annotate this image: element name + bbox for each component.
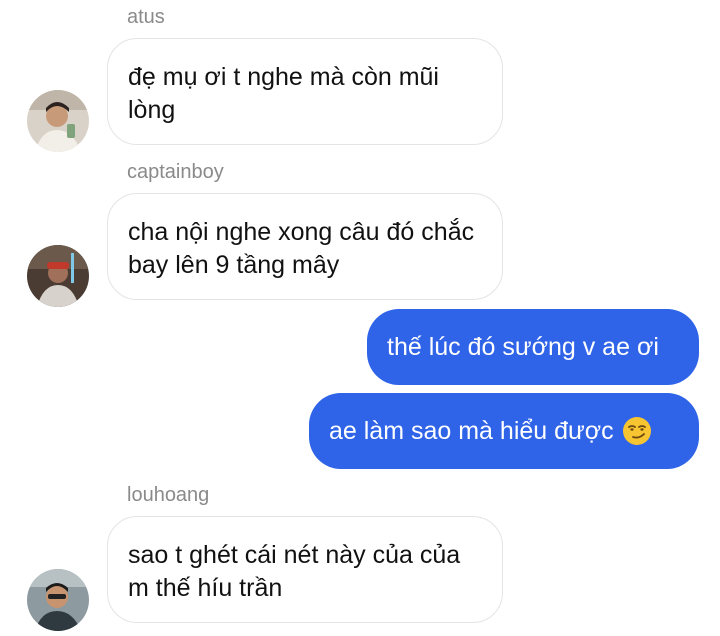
user-avatar-icon: [27, 90, 89, 152]
sender-name-captainboy: captainboy: [127, 161, 224, 183]
user-avatar-icon: [27, 569, 89, 631]
message-text: ae làm sao mà hiểu được: [329, 416, 614, 445]
outgoing-message-bubble[interactable]: ae làm sao mà hiểu được: [309, 393, 699, 469]
sender-name-atus: atus: [127, 6, 165, 28]
smirking-face-emoji-icon: [622, 416, 652, 446]
message-text: cha nội nghe xong câu đó chắc bay lên 9 …: [128, 218, 475, 279]
avatar[interactable]: [27, 569, 89, 631]
incoming-message-bubble[interactable]: đẹ mụ ơi t nghe mà còn mũi lòng: [107, 38, 503, 145]
incoming-message-bubble[interactable]: cha nội nghe xong câu đó chắc bay lên 9 …: [107, 193, 503, 300]
avatar[interactable]: [27, 90, 89, 152]
sender-name-louhoang: louhoang: [127, 484, 210, 506]
avatar[interactable]: [27, 245, 89, 307]
message-text: sao t ghét cái nét này của của m thế híu…: [128, 541, 461, 602]
outgoing-message-bubble[interactable]: thế lúc đó sướng v ae ơi: [367, 309, 699, 385]
message-text: đẹ mụ ơi t nghe mà còn mũi lòng: [128, 63, 439, 124]
user-avatar-icon: [27, 245, 89, 307]
incoming-message-bubble[interactable]: sao t ghét cái nét này của của m thế híu…: [107, 516, 503, 623]
message-text: thế lúc đó sướng v ae ơi: [387, 332, 659, 361]
